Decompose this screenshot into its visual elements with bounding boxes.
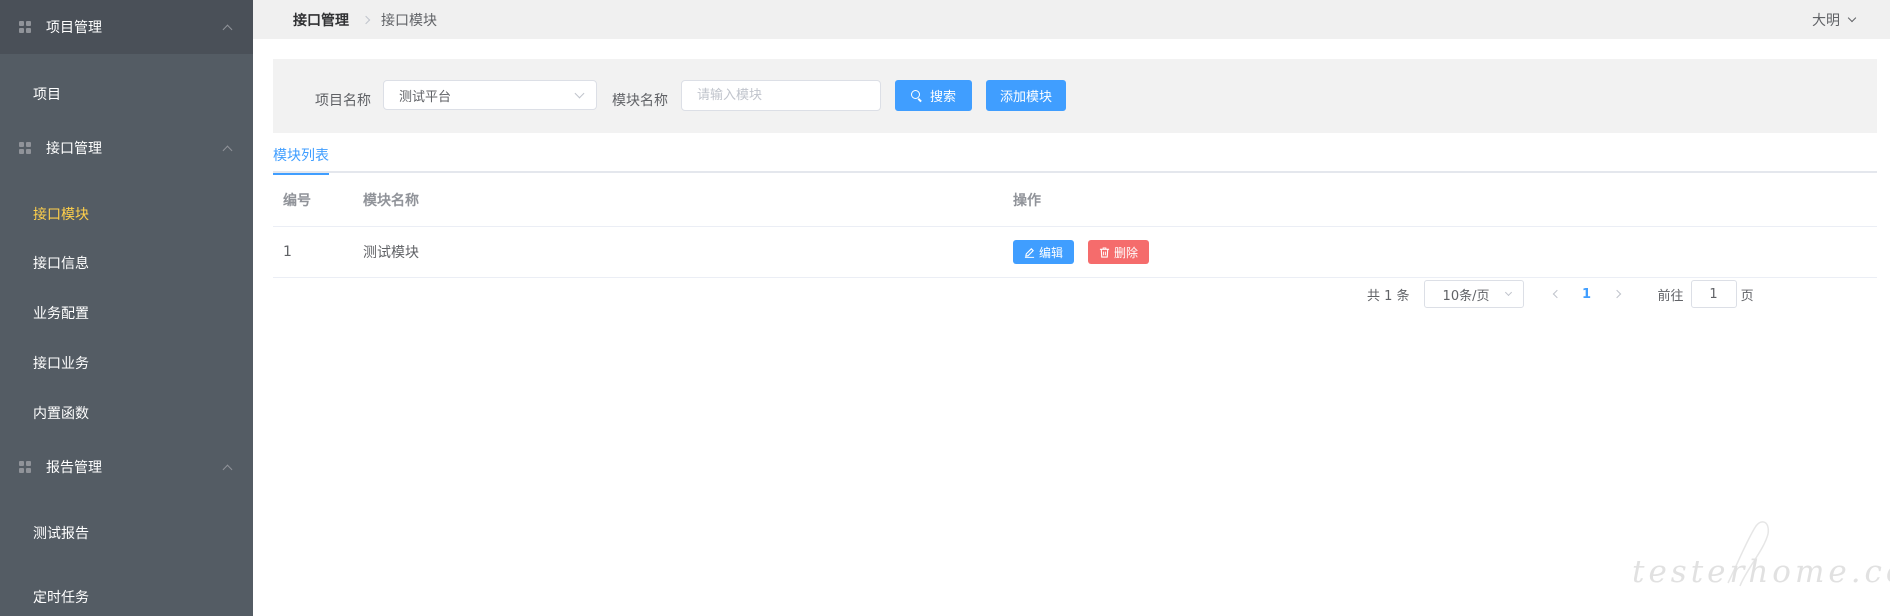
- sidebar-item-project[interactable]: 项目: [0, 70, 253, 118]
- menu-group-project-management[interactable]: 项目管理: [0, 0, 253, 54]
- chevron-up-icon: [222, 145, 233, 155]
- sidebar-item-api-business[interactable]: 接口业务: [0, 339, 253, 387]
- menu-group-label: 报告管理: [46, 460, 102, 476]
- menu-group-api-management[interactable]: 接口管理: [0, 121, 253, 175]
- chevron-down-icon: [1504, 288, 1512, 297]
- search-icon: [910, 90, 922, 101]
- sidebar-item-builtin-functions[interactable]: 内置函数: [0, 389, 253, 437]
- sidebar-item-scheduled-task[interactable]: 定时任务: [0, 573, 253, 616]
- add-module-button[interactable]: 添加模块: [986, 80, 1066, 111]
- menu-group-label: 接口管理: [46, 141, 102, 157]
- search-button[interactable]: 搜索: [895, 80, 972, 111]
- sidebar: 项目管理 项目 接口管理 接口模块 接口信息 业务配置 接口业务 内置函数 报告…: [0, 0, 253, 616]
- grid-icon: [19, 142, 31, 154]
- tab-bar: 模块列表: [273, 140, 1877, 175]
- project-select[interactable]: 测试平台: [383, 80, 597, 110]
- breadcrumb-item-api-management[interactable]: 接口管理: [293, 10, 349, 30]
- edit-button-label: 编辑: [1038, 245, 1063, 260]
- chevron-left-icon: [1552, 289, 1561, 299]
- next-page-button[interactable]: [1602, 280, 1632, 308]
- menu-group-label: 项目管理: [46, 20, 102, 36]
- tab-label: 模块列表: [273, 148, 329, 164]
- table-row: 1 测试模块 编辑 删除: [273, 227, 1877, 278]
- breadcrumb: 接口管理 接口模块: [293, 0, 437, 39]
- page-suffix-label: 页: [1740, 288, 1754, 304]
- grid-icon: [19, 21, 31, 33]
- module-name-label: 模块名称: [612, 93, 668, 109]
- user-menu[interactable]: 大明: [1812, 0, 1857, 39]
- chevron-down-icon: [1847, 13, 1857, 22]
- previous-page-button[interactable]: [1542, 280, 1572, 308]
- page-number-button[interactable]: 1: [1572, 280, 1602, 308]
- sidebar-item-business-config[interactable]: 业务配置: [0, 289, 253, 337]
- table-header: 编号 模块名称 操作: [273, 173, 1877, 227]
- chevron-up-icon: [222, 464, 233, 474]
- top-bar: 接口管理 接口模块 大明: [253, 0, 1890, 39]
- page-size-value: 10条/页: [1442, 288, 1490, 304]
- pagination: 共 1 条 10条/页 1 前往 页: [1367, 279, 1754, 309]
- search-button-label: 搜索: [929, 90, 956, 105]
- project-select-value: 测试平台: [399, 89, 452, 105]
- grid-icon: [19, 461, 31, 473]
- module-table: 编号 模块名称 操作 1 测试模块 编辑 删除: [273, 173, 1877, 278]
- cell-actions: 编辑 删除: [1013, 227, 1163, 277]
- sidebar-item-api-info[interactable]: 接口信息: [0, 239, 253, 287]
- edit-button[interactable]: 编辑: [1013, 240, 1074, 264]
- chevron-right-icon: [1612, 289, 1621, 299]
- sidebar-item-api-module[interactable]: 接口模块: [0, 190, 253, 238]
- chevron-up-icon: [222, 24, 233, 34]
- jump-to-label: 前往: [1657, 288, 1684, 304]
- cell-number: 1: [283, 244, 292, 260]
- edit-icon: [1024, 247, 1035, 258]
- watermark-text: testerhome.com: [1632, 554, 1890, 590]
- delete-button[interactable]: 删除: [1088, 240, 1149, 264]
- module-name-input[interactable]: [681, 80, 881, 111]
- sidebar-item-test-report[interactable]: 测试报告: [0, 509, 253, 557]
- project-name-label: 项目名称: [315, 93, 371, 109]
- chevron-down-icon: [574, 88, 585, 99]
- search-form: 项目名称 测试平台 模块名称 搜索 添加模块: [273, 59, 1877, 133]
- watermark: testerhome.com: [1628, 518, 1890, 598]
- column-header-number: 编号: [283, 193, 311, 209]
- pagination-total: 共 1 条: [1367, 288, 1410, 304]
- delete-button-label: 删除: [1113, 245, 1138, 260]
- column-header-actions: 操作: [1013, 193, 1041, 209]
- menu-group-report-management[interactable]: 报告管理: [0, 440, 253, 494]
- breadcrumb-item-api-module: 接口模块: [381, 12, 437, 29]
- cell-module-name: 测试模块: [363, 245, 419, 261]
- column-header-module-name: 模块名称: [363, 193, 419, 209]
- breadcrumb-separator-icon: [361, 15, 371, 24]
- user-name: 大明: [1812, 12, 1840, 29]
- page-size-select[interactable]: 10条/页: [1423, 280, 1524, 308]
- trash-icon: [1099, 246, 1110, 258]
- jump-page-input[interactable]: [1690, 280, 1737, 308]
- tab-module-list[interactable]: 模块列表: [273, 140, 329, 175]
- add-module-button-label: 添加模块: [999, 90, 1052, 105]
